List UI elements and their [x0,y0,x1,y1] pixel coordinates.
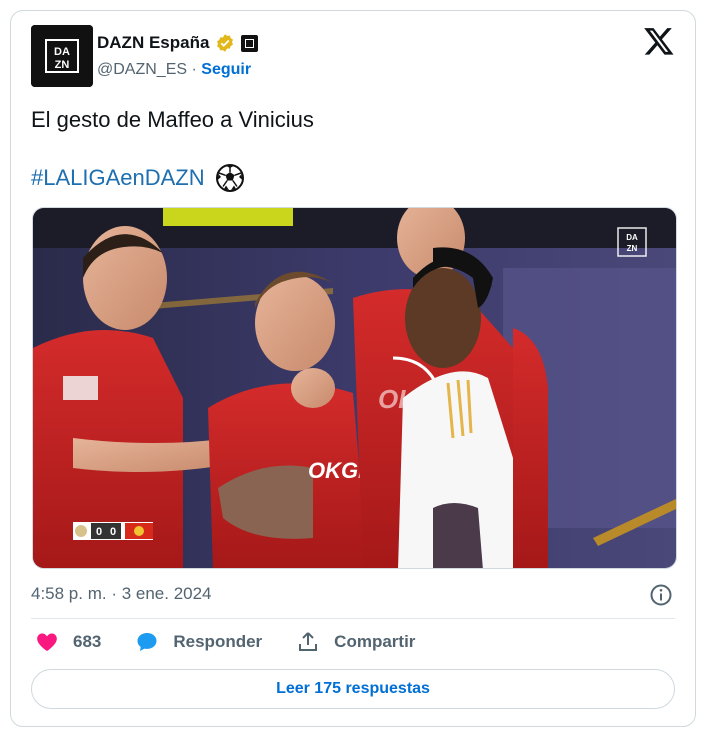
handle-row: @DAZN_ES · Seguir [97,61,251,79]
follow-button[interactable]: Seguir [201,61,251,78]
share-label: Compartir [334,632,416,651]
score-away: 0 [110,526,116,538]
separator: · [191,61,197,78]
speech-bubble-icon [137,633,157,651]
svg-text:DA: DA [54,46,70,58]
watermark-bottom: ZN [627,244,638,253]
affiliate-badge-icon [241,34,259,52]
reply-button[interactable]: Responder [135,630,262,654]
avatar[interactable]: DA ZN [31,25,93,87]
hashtag-link[interactable]: #LALIGAenDAZN [31,163,205,193]
soccer-ball-icon [215,164,244,192]
divider [31,618,675,619]
action-bar: 683 Responder Compartir [35,630,415,654]
tweet-text: El gesto de Maffeo a Vinicius [31,107,314,132]
share-icon [299,632,318,651]
author-handle[interactable]: @DAZN_ES [97,61,187,78]
heart-icon [37,633,57,651]
author-name-row[interactable]: DAZN España [97,33,259,53]
dazn-logo-icon: DA ZN [31,25,93,87]
share-button[interactable]: Compartir [296,630,415,654]
timestamp[interactable]: 4:58 p. m. · 3 ene. 2024 [31,584,212,604]
tweet-card: DA ZN DAZN España @DAZN_ES · Seguir El g… [10,10,696,727]
read-replies-button[interactable]: Leer 175 respuestas [31,669,675,709]
info-icon[interactable] [649,583,673,607]
x-logo-icon[interactable] [643,25,675,57]
watermark-top: DA [626,233,638,242]
reply-label: Responder [173,632,263,651]
score-home: 0 [96,526,102,538]
video-frame: OKGE OKG DA ZN 0 0 [33,208,676,568]
author-name[interactable]: DAZN España [97,33,209,53]
video-media[interactable]: OKGE OKG DA ZN 0 0 [32,207,677,569]
like-button[interactable]: 683 [35,630,101,654]
hashtag-row: #LALIGAenDAZN [31,163,245,193]
svg-text:ZN: ZN [55,59,70,71]
like-count: 683 [73,632,102,651]
verified-badge-icon [217,34,234,52]
